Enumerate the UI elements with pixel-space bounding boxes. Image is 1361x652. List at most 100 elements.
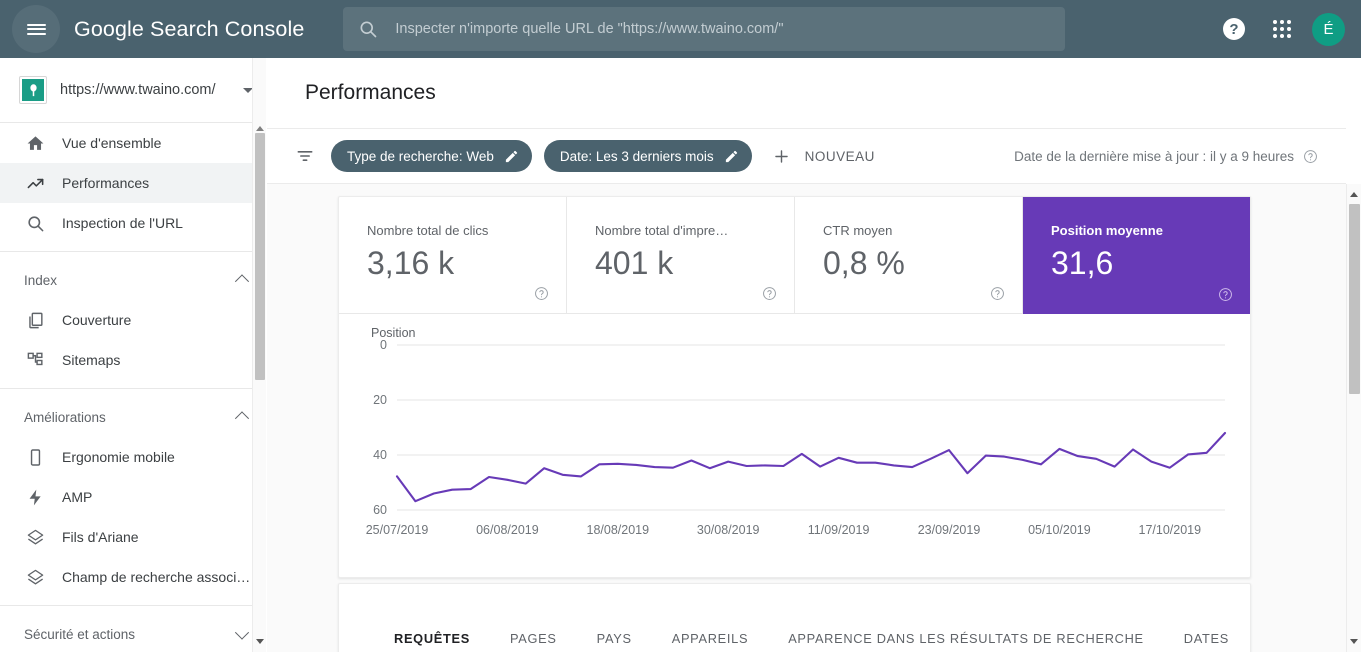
chart-svg: 0 20 40 60 25/07/2019 06/08/2019 18/08/2019 30/… bbox=[366, 338, 1227, 537]
scroll-down-arrow-icon[interactable] bbox=[256, 639, 264, 644]
filter-list-icon[interactable] bbox=[295, 146, 315, 166]
tab-apparence-resultats[interactable]: APPARENCE DANS LES RÉSULTATS DE RECHERCH… bbox=[788, 631, 1144, 652]
scroll-up-arrow-icon[interactable] bbox=[256, 126, 264, 131]
chart-y-tick-label: 60 bbox=[373, 503, 387, 517]
property-url-label: https://www.twaino.com/ bbox=[60, 82, 216, 98]
app-brand-title[interactable]: Google Search Console bbox=[74, 17, 304, 42]
help-circle-icon[interactable] bbox=[534, 286, 549, 301]
sidebar-item-performances[interactable]: Performances bbox=[0, 163, 265, 203]
chart-x-tick-label: 30/08/2019 bbox=[697, 523, 760, 537]
add-new-filter-label: NOUVEAU bbox=[804, 148, 875, 164]
tab-dates[interactable]: DATES bbox=[1184, 631, 1229, 652]
property-tree-icon bbox=[20, 77, 46, 103]
sidebar-item-label: AMP bbox=[62, 489, 93, 505]
chart-x-tick-label: 11/09/2019 bbox=[808, 523, 870, 537]
sidebar-group-securite-et-actions[interactable]: Sécurité et actions bbox=[0, 614, 265, 652]
sidebar-group-label: Sécurité et actions bbox=[24, 626, 136, 642]
sitemap-icon bbox=[24, 351, 46, 370]
layers-icon bbox=[24, 528, 46, 547]
search-input[interactable]: Inspecter n'importe quelle URL de "https… bbox=[395, 21, 783, 37]
chart-x-tick-label: 17/10/2019 bbox=[1139, 523, 1202, 537]
sidebar-divider bbox=[0, 388, 265, 389]
help-icon: ? bbox=[1223, 18, 1245, 40]
sidebar-scrollbar-thumb[interactable] bbox=[255, 133, 265, 380]
main-scrollbar-thumb[interactable] bbox=[1349, 204, 1360, 394]
tab-appareils[interactable]: APPAREILS bbox=[672, 631, 748, 652]
apps-grid-icon bbox=[1273, 20, 1291, 38]
property-selector[interactable]: https://www.twaino.com/ bbox=[0, 58, 265, 123]
chevron-up-icon[interactable] bbox=[234, 411, 250, 426]
home-icon bbox=[24, 134, 46, 153]
sidebar-group-ameliorations[interactable]: Améliorations bbox=[0, 397, 265, 437]
last-update-label: Date de la dernière mise à jour : il y a… bbox=[1014, 148, 1294, 164]
chart-x-tick-label: 25/07/2019 bbox=[366, 523, 429, 537]
help-circle-icon[interactable] bbox=[1218, 287, 1233, 302]
add-new-filter-button[interactable]: NOUVEAU bbox=[772, 147, 875, 166]
metric-card-ctr-moyen[interactable]: CTR moyen 0,8 % bbox=[795, 197, 1023, 314]
sidebar-item-label: Couverture bbox=[62, 312, 132, 328]
sidebar-item-amp[interactable]: AMP bbox=[0, 477, 265, 517]
url-inspection-search-box[interactable]: Inspecter n'importe quelle URL de "https… bbox=[343, 7, 1066, 51]
sidebar-item-couverture[interactable]: Couverture bbox=[0, 300, 265, 340]
sidebar-divider bbox=[0, 251, 265, 252]
sidebar-item-label: Fils d'Ariane bbox=[62, 529, 139, 545]
metric-value: 3,16 k bbox=[367, 245, 455, 281]
sidebar-item-label: Performances bbox=[62, 175, 150, 191]
chevron-up-icon[interactable] bbox=[234, 274, 250, 289]
filter-chip-search-type[interactable]: Type de recherche: Web bbox=[331, 140, 532, 172]
help-circle-icon[interactable] bbox=[1303, 149, 1318, 164]
metrics-row: Nombre total de clics 3,16 k Nombre tota… bbox=[339, 197, 1250, 314]
sidebar-item-sitemaps[interactable]: Sitemaps bbox=[0, 340, 265, 380]
metric-card-total-clics[interactable]: Nombre total de clics 3,16 k bbox=[339, 197, 567, 314]
performance-chart[interactable]: Position 0 20 40 60 25/07/2019 06/08/2019 18/0… bbox=[339, 314, 1250, 577]
chart-y-tick-label: 40 bbox=[373, 448, 387, 462]
filter-chip-date[interactable]: Date: Les 3 derniers mois bbox=[543, 140, 752, 172]
content-scroll-area: Nombre total de clics 3,16 k Nombre tota… bbox=[267, 184, 1346, 652]
sidebar-group-index[interactable]: Index bbox=[0, 260, 265, 300]
scroll-up-arrow-icon[interactable] bbox=[1350, 192, 1358, 197]
main-scrollbar[interactable] bbox=[1346, 184, 1361, 652]
help-button[interactable]: ? bbox=[1210, 5, 1258, 53]
avatar[interactable]: É bbox=[1312, 12, 1345, 46]
chevron-down-icon[interactable] bbox=[234, 625, 250, 640]
sidebar-item-vue-densemble[interactable]: Vue d'ensemble bbox=[0, 123, 265, 163]
plus-icon bbox=[772, 147, 791, 166]
performance-card: Nombre total de clics 3,16 k Nombre tota… bbox=[338, 196, 1251, 578]
header-actions: ? É bbox=[1210, 5, 1345, 53]
tab-requetes[interactable]: REQUÊTES bbox=[394, 631, 470, 652]
page-title: Performances bbox=[305, 81, 436, 104]
trending-up-icon bbox=[24, 174, 46, 193]
pencil-icon[interactable] bbox=[504, 149, 519, 164]
sidebar-item-label: Vue d'ensemble bbox=[62, 135, 162, 151]
metric-card-position-moyenne[interactable]: Position moyenne 31,6 bbox=[1023, 197, 1250, 314]
mobile-icon bbox=[24, 448, 46, 467]
sidebar-item-label: Ergonomie mobile bbox=[62, 449, 175, 465]
scroll-down-arrow-icon[interactable] bbox=[1350, 639, 1358, 644]
metric-card-total-impressions[interactable]: Nombre total d'impre… 401 k bbox=[567, 197, 795, 314]
google-apps-button[interactable] bbox=[1258, 5, 1306, 53]
chart-x-tick-label: 05/10/2019 bbox=[1028, 523, 1091, 537]
tab-pays[interactable]: PAYS bbox=[597, 631, 632, 652]
chart-x-tick-label: 18/08/2019 bbox=[587, 523, 650, 537]
metric-label: CTR moyen bbox=[823, 223, 893, 238]
sidebar-scrollbar[interactable] bbox=[252, 58, 266, 652]
metric-value: 401 k bbox=[595, 245, 674, 281]
hamburger-menu-icon[interactable] bbox=[12, 5, 60, 53]
sidebar-item-ergonomie-mobile[interactable]: Ergonomie mobile bbox=[0, 437, 265, 477]
sidebar-item-champ-de-recherche-associe[interactable]: Champ de recherche associ… bbox=[0, 557, 265, 597]
search-icon bbox=[358, 19, 378, 39]
sidebar-nav: Vue d'ensemble Performances Inspection d… bbox=[0, 123, 265, 652]
main-content: Performances Type de recherche: Web Date… bbox=[267, 58, 1346, 652]
sidebar-item-fils-dariane[interactable]: Fils d'Ariane bbox=[0, 517, 265, 557]
hamburger-bar bbox=[26, 32, 46, 35]
help-circle-icon[interactable] bbox=[762, 286, 777, 301]
metric-value: 0,8 % bbox=[823, 245, 905, 281]
dimension-tabs: REQUÊTES PAGES PAYS APPAREILS APPARENCE … bbox=[339, 584, 1250, 652]
sidebar-item-label: Sitemaps bbox=[62, 352, 121, 368]
help-circle-icon[interactable] bbox=[990, 286, 1005, 301]
tab-pages[interactable]: PAGES bbox=[510, 631, 557, 652]
chart-y-tick-label: 0 bbox=[380, 338, 387, 352]
chart-x-tick-label: 06/08/2019 bbox=[476, 523, 539, 537]
pencil-icon[interactable] bbox=[724, 149, 739, 164]
sidebar-item-inspection-url[interactable]: Inspection de l'URL bbox=[0, 203, 265, 243]
